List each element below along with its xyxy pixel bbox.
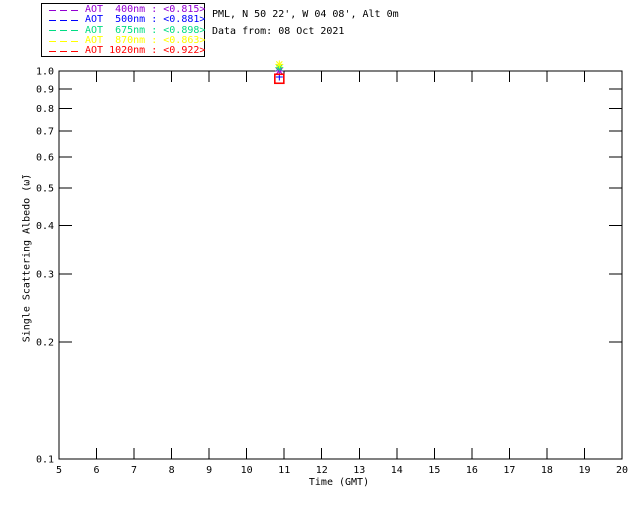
y-tick-label: 0.8 <box>36 104 54 115</box>
chart-canvas: 5 6 7 8 9 10 11 12 13 14 15 16 17 18 19 20 1.0 0.9 0.8 0.7 0… <box>36 60 628 476</box>
y-tick-label: 0.3 <box>36 269 54 280</box>
axes <box>58 70 623 460</box>
data-point-870nm <box>275 60 284 69</box>
plot-frame <box>58 70 623 460</box>
y-tick-label: 0.7 <box>36 127 54 138</box>
x-tick-label: 17 <box>503 465 515 476</box>
y-tick-label: 0.6 <box>36 153 54 164</box>
legend-entry-label: AOT 500nm : <0.881> <box>85 14 206 26</box>
data-date: Data from: 08 Oct 2021 <box>212 26 345 37</box>
legend-dash-icon <box>49 19 79 21</box>
x-tick-label: 15 <box>428 465 440 476</box>
x-tick-label: 11 <box>278 465 290 476</box>
x-tick-label: 14 <box>391 465 403 476</box>
y-tick-label: 0.4 <box>36 221 54 232</box>
y-tick-label: 0.5 <box>36 183 54 194</box>
x-tick-label: 13 <box>353 465 365 476</box>
y-tick-label: 1.0 <box>36 67 54 78</box>
legend-entry: AOT 1020nm : <0.922> <box>42 45 206 57</box>
x-axis-title: Time (GMT) <box>308 477 370 488</box>
legend-dash-icon <box>49 40 79 42</box>
x-tick-label: 5 <box>56 465 62 476</box>
legend-dash-icon <box>49 9 79 11</box>
x-tick-label: 20 <box>616 465 628 476</box>
x-tick-label: 10 <box>241 465 253 476</box>
x-tick-label: 6 <box>94 465 100 476</box>
legend-entry-label: AOT 1020nm : <0.922> <box>85 45 206 57</box>
x-tick-label: 19 <box>578 465 590 476</box>
app-window: 5 6 7 8 9 10 11 12 13 14 15 16 17 18 19 20 1.0 0.9 0.8 0.7 0… <box>0 0 640 512</box>
y-tick-label: 0.9 <box>36 84 54 95</box>
x-tick-label: 7 <box>131 465 137 476</box>
plot-area: 5 6 7 8 9 10 11 12 13 14 15 16 17 18 19 20 1.0 0.9 0.8 0.7 0… <box>0 0 640 512</box>
data-points <box>274 60 285 85</box>
legend: AOT 400nm : <0.815> AOT 500nm : <0.881> AO… <box>41 3 205 57</box>
y-axis-title: Single Scattering Albedo (ω̃) <box>21 173 33 343</box>
x-tick-label: 12 <box>316 465 328 476</box>
legend-dash-icon <box>49 50 79 52</box>
y-tick-label: 0.1 <box>36 455 54 466</box>
station-info: PML, N 50 22', W 04 08', Alt 0m <box>212 9 399 20</box>
x-tick-label: 16 <box>466 465 478 476</box>
x-tick-label: 18 <box>541 465 553 476</box>
x-tick-label: 9 <box>206 465 212 476</box>
y-tick-label: 0.2 <box>36 338 54 349</box>
legend-dash-icon <box>49 30 79 32</box>
x-tick-label: 8 <box>169 465 175 476</box>
